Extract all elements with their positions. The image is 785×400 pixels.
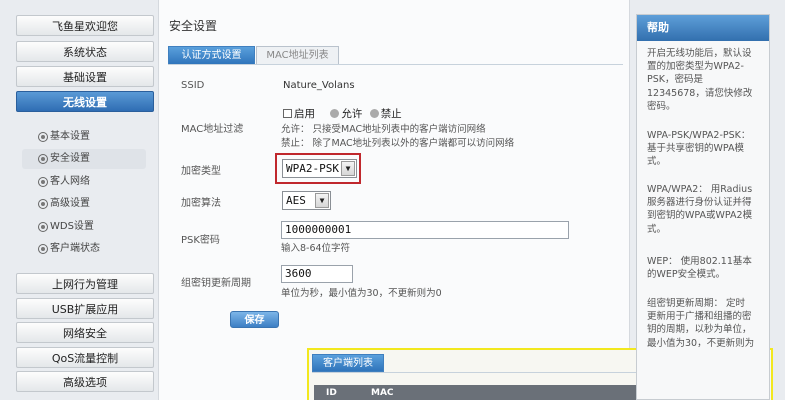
radio-icon — [38, 132, 48, 142]
mac-filter-label: MAC地址过滤 — [181, 124, 244, 135]
encrypt-algo-label: 加密算法 — [181, 198, 221, 209]
nav-behavior-management[interactable]: 上网行为管理 — [16, 273, 154, 294]
column-header-id: ID — [326, 388, 337, 398]
dropdown-arrow-icon: ▼ — [315, 193, 329, 208]
allow-label: 允许 — [341, 108, 363, 120]
main-panel: 安全设置 认证方式设置 MAC地址列表 SSID Nature_Volans M… — [158, 0, 773, 400]
tab-divider — [168, 64, 623, 65]
radio-icon — [38, 177, 48, 187]
psk-hint: 输入8-64位字符 — [281, 243, 351, 254]
subnav-label: 基本设置 — [50, 131, 90, 142]
psk-label: PSK密码 — [181, 235, 220, 246]
help-panel: 帮助 开启无线功能后，默认设 置的加密类型为WPA2- PSK，密码是 1234… — [636, 14, 770, 400]
encrypt-algo-value: AES — [286, 194, 306, 207]
subnav-advanced[interactable]: 高级设置 — [22, 194, 146, 214]
group-key-label: 组密钥更新周期 — [181, 278, 251, 289]
encrypt-type-select[interactable]: WPA2-PSK ▼ — [282, 159, 357, 178]
subnav-label: WDS设置 — [50, 221, 94, 232]
subnav-client-status[interactable]: 客户端状态 — [22, 239, 146, 259]
save-button[interactable]: 保存 — [230, 311, 279, 328]
subnav-wds[interactable]: WDS设置 — [22, 217, 146, 237]
nav-system-status[interactable]: 系统状态 — [16, 41, 154, 62]
nav-wireless-settings[interactable]: 无线设置 — [16, 91, 154, 112]
psk-input[interactable]: 1000000001 — [281, 221, 569, 239]
nav-basic-settings[interactable]: 基础设置 — [16, 66, 154, 87]
radio-icon — [38, 244, 48, 254]
left-navigation: 飞鱼星欢迎您 系统状态 基础设置 无线设置 基本设置 安全设置 客人网络 高级设… — [16, 15, 154, 400]
nav-network-security[interactable]: 网络安全 — [16, 322, 154, 343]
column-header-mac: MAC — [371, 388, 394, 398]
encrypt-type-value: WPA2-PSK — [286, 162, 339, 175]
page-title: 安全设置 — [169, 19, 218, 33]
group-key-hint: 单位为秒，最小值为30，不更新则为0 — [281, 288, 442, 299]
encrypt-type-label: 加密类型 — [181, 166, 221, 177]
nav-welcome[interactable]: 飞鱼星欢迎您 — [16, 15, 154, 36]
subnav-guest-network[interactable]: 客人网络 — [22, 172, 146, 192]
subnav-basic[interactable]: 基本设置 — [22, 127, 146, 147]
subnav-label: 高级设置 — [50, 198, 90, 209]
deny-label: 禁止 — [380, 108, 402, 120]
dropdown-arrow-icon: ▼ — [341, 161, 355, 176]
nav-advanced-options[interactable]: 高级选项 — [16, 371, 154, 392]
help-paragraph: 组密钥更新周期： 定时 更新用于广播和组播的密 钥的周期，以秒为单位， 最小值为… — [647, 298, 755, 349]
subnav-label: 客人网络 — [50, 176, 90, 187]
subnav-label: 安全设置 — [50, 153, 90, 164]
nav-qos[interactable]: QoS流量控制 — [16, 347, 154, 368]
group-key-input[interactable]: 3600 — [281, 265, 353, 283]
enable-label: 启用 — [294, 108, 315, 120]
allow-hint: 允许： 只接受MAC地址列表中的客户端访问网络 — [281, 124, 486, 135]
radio-icon — [38, 154, 48, 164]
tab-mac-list[interactable]: MAC地址列表 — [256, 46, 339, 64]
mac-filter-options: 启用 允许 禁止 — [283, 106, 402, 121]
deny-hint: 禁止： 除了MAC地址列表以外的客户端都可以访问网络 — [281, 138, 515, 149]
allow-radio[interactable] — [330, 109, 340, 118]
tab-client-list[interactable]: 客户端列表 — [312, 354, 384, 372]
ssid-value: Nature_Volans — [283, 80, 355, 91]
radio-icon — [38, 199, 48, 209]
radio-icon — [38, 222, 48, 232]
deny-radio[interactable] — [369, 109, 379, 118]
help-paragraph: 开启无线功能后，默认设 置的加密类型为WPA2- PSK，密码是 1234567… — [647, 48, 753, 112]
help-paragraph: WPA/WPA2： 用Radius 服务器进行身份认证并得 到密钥的WPA或WP… — [647, 184, 753, 235]
ssid-label: SSID — [181, 80, 205, 91]
subnav-label: 客户端状态 — [50, 243, 100, 254]
help-paragraph: WPA-PSK/WPA2-PSK： 基于共享密钥的WPA模 式。 — [647, 130, 751, 168]
nav-usb-apps[interactable]: USB扩展应用 — [16, 298, 154, 319]
encrypt-algo-select[interactable]: AES ▼ — [282, 191, 331, 210]
help-title: 帮助 — [637, 15, 769, 41]
enable-checkbox[interactable] — [283, 109, 292, 118]
tab-auth-settings[interactable]: 认证方式设置 — [168, 46, 255, 64]
subnav-security[interactable]: 安全设置 — [22, 149, 146, 169]
help-paragraph: WEP： 使用802.11基本 的WEP安全模式。 — [647, 256, 752, 281]
